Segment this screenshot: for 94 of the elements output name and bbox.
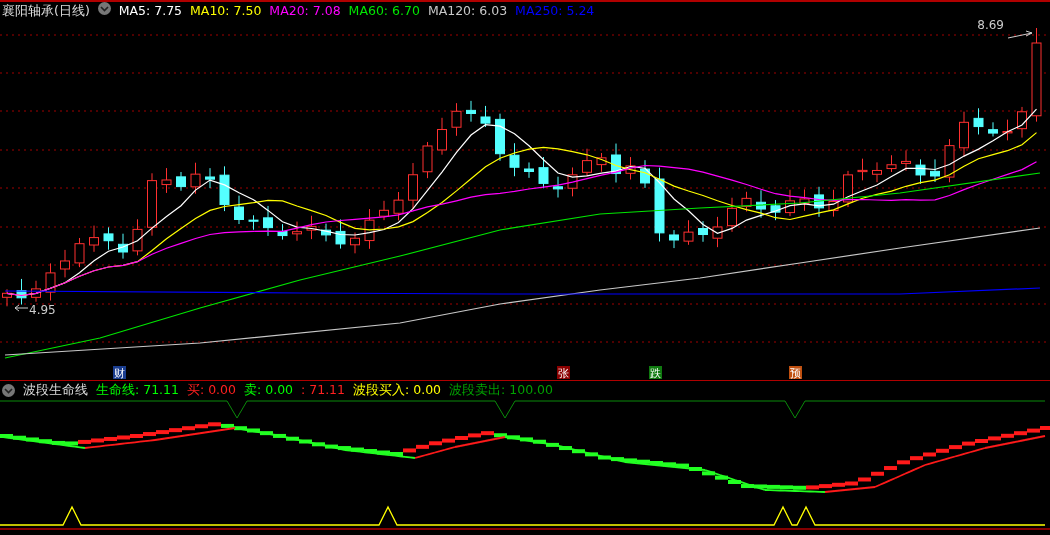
price-label: 8.69 [977, 20, 1004, 32]
chevron-down-icon[interactable] [97, 2, 111, 15]
candlestick [466, 100, 476, 123]
moving-average-legend: MA20: 7.08 [269, 2, 341, 20]
candlestick [509, 142, 520, 177]
candlestick [190, 162, 201, 195]
chevron-down-icon[interactable] [2, 384, 15, 397]
candlestick [785, 189, 795, 217]
candlestick [379, 200, 389, 221]
candlestick [277, 223, 288, 241]
candlestick [219, 165, 230, 212]
moving-average-legend: MA10: 7.50 [190, 2, 262, 20]
candlestick [567, 166, 578, 197]
moving-average-legend: MA120: 6.03 [427, 2, 508, 20]
candlestick [640, 159, 650, 189]
candlestick [248, 214, 259, 231]
candlestick [930, 158, 940, 183]
candlestick [495, 113, 505, 162]
candlestick [538, 156, 549, 189]
candlestick [1002, 119, 1013, 141]
candlestick [901, 149, 911, 172]
moving-average-legend: MA250: 5.24 [515, 2, 595, 20]
candlestick [727, 197, 737, 233]
candlestick [161, 167, 172, 194]
candlestick [335, 218, 346, 250]
candlestick [234, 195, 244, 225]
candlestick [611, 143, 621, 183]
candlestick [698, 220, 708, 243]
candlestick [103, 226, 114, 251]
chart-title: 襄阳轴承(日线) [2, 2, 90, 20]
signal-marker: 张 [557, 366, 570, 380]
moving-average-legend: MA60: 6.70 [348, 2, 420, 20]
candlestick [669, 229, 679, 249]
candlestick [596, 152, 607, 173]
candlestick [45, 262, 56, 302]
candlestick [1017, 106, 1027, 139]
candlestick [451, 102, 462, 137]
indicator-value: 生命线: 71.11 [96, 381, 179, 399]
price-label: 4.95 [29, 303, 56, 317]
signal-marker: 跌 [649, 366, 662, 380]
candlestick [814, 186, 824, 218]
candlestick [292, 221, 302, 242]
candlestick [350, 232, 360, 254]
signal-marker: 预 [789, 366, 802, 380]
candlestick [60, 249, 70, 278]
candlestick [857, 158, 868, 181]
candlestick [89, 225, 99, 253]
signal-marker: 财 [113, 366, 126, 380]
candlestick [205, 167, 215, 189]
candlestick [364, 208, 375, 250]
candlestick [712, 216, 723, 248]
candlestick [959, 111, 969, 158]
candlestick [31, 280, 41, 303]
indicator-value: 波段买入: 0.00 [353, 381, 442, 399]
candlestick [393, 191, 404, 221]
candlestick [408, 162, 418, 210]
candlestick [756, 189, 766, 219]
indicator-value: 卖: 0.00 [244, 381, 294, 399]
candlestick [582, 148, 592, 177]
candlestick [988, 121, 998, 137]
indicator-value: 波段卖出: 100.00 [449, 381, 553, 399]
candlestick [741, 191, 752, 212]
indicator-value: 买: 0.00 [187, 381, 236, 399]
indicator-value: : 71.11 [301, 381, 346, 399]
candlestick [306, 215, 317, 240]
candlestick [2, 288, 12, 307]
candlestick [118, 233, 128, 260]
candlestick [176, 171, 186, 192]
candlestick [915, 158, 926, 185]
candlestick [944, 138, 955, 183]
candlestick [74, 237, 85, 268]
candlestick [147, 172, 157, 237]
candlestick [16, 278, 27, 306]
candlestick [422, 141, 433, 179]
candlestick [437, 117, 447, 156]
moving-average-legend: MA5: 7.75 [118, 2, 183, 20]
candlestick [973, 107, 984, 135]
indicator-title: 波段生命线 [23, 381, 88, 399]
candlestick [553, 176, 563, 198]
candlestick [872, 161, 882, 183]
candlestick [683, 219, 694, 246]
candlestick [263, 205, 273, 237]
leader-line [14, 304, 29, 312]
leader-line [1007, 30, 1033, 39]
candlestick [524, 161, 534, 179]
candlestick [886, 154, 897, 173]
candlestick [625, 156, 636, 181]
candlestick [321, 223, 331, 242]
candlestick [828, 189, 839, 218]
candlestick [799, 188, 810, 212]
candlestick [770, 199, 781, 221]
candlestick [132, 218, 143, 256]
candlestick [480, 105, 491, 128]
candlestick [843, 170, 853, 208]
